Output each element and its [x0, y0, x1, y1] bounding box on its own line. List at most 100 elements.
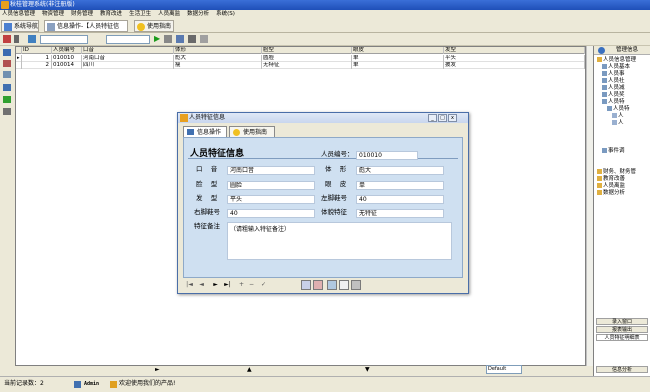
eyelid-field[interactable]: 单 — [356, 181, 444, 190]
tab-user-guide[interactable]: 使用指南 — [134, 20, 174, 32]
delete-record-icon[interactable]: − — [247, 280, 256, 289]
cell-id: 2 — [22, 62, 52, 69]
tree-node[interactable]: 人员事 — [602, 71, 625, 78]
minimize-icon[interactable]: _ — [428, 114, 437, 122]
tree-node[interactable]: 人员离监 — [597, 183, 625, 190]
accent-field[interactable]: 河南口音 — [227, 166, 315, 175]
filter-value-select[interactable] — [106, 35, 150, 44]
scroll-down-icon[interactable]: ▼ — [365, 366, 370, 373]
table-row[interactable]: ▸ 1 010010 河南口音 彪大 圆脸 单 平头 — [16, 55, 585, 62]
maximize-icon[interactable]: □ — [438, 114, 447, 122]
tree-node[interactable]: 人员奖 — [602, 92, 625, 99]
cell-body: 瘦 — [174, 62, 262, 69]
tab-info-operation[interactable]: 信息操作-【人员特征信息】 — [44, 20, 128, 42]
column-header[interactable]: 体形 — [174, 47, 262, 54]
export-icon[interactable] — [3, 96, 11, 103]
dialog-tabs: 信息操作 使用指南 — [183, 126, 463, 137]
tool-icon[interactable] — [351, 280, 361, 290]
play-icon[interactable]: ▶ — [154, 35, 162, 43]
cell-accent: 河南口音 — [82, 55, 174, 62]
tab-system-nav[interactable]: 系统导航 — [1, 20, 39, 32]
menu-item[interactable]: 人员信息管理 — [2, 10, 35, 19]
remark-textarea[interactable]: （请粗输入特征备注） — [227, 222, 452, 260]
menu-item[interactable]: 数据分析 — [187, 10, 209, 19]
search-icon[interactable] — [164, 35, 172, 43]
face-field[interactable]: 圆脸 — [227, 181, 315, 190]
add-record-icon[interactable]: + — [237, 280, 246, 289]
leftshoe-field[interactable]: 40 — [356, 195, 444, 204]
table-row[interactable]: 2 010014 四川 瘦 无特征 单 披发 — [16, 62, 585, 69]
theme-select[interactable]: Default — [486, 365, 522, 374]
tree-node[interactable]: 人 — [612, 120, 624, 127]
report-output-button[interactable]: 报表输出 — [596, 326, 648, 333]
scroll-right-icon[interactable]: ► — [155, 366, 160, 373]
user-icon — [74, 381, 81, 388]
tree-node[interactable]: 人员基本 — [602, 64, 630, 71]
menu-item[interactable]: 人员离监 — [158, 10, 180, 19]
dropdown-arrow-icon[interactable] — [14, 35, 19, 43]
menu-item[interactable]: 财务管理 — [71, 10, 93, 19]
print-icon[interactable] — [188, 35, 196, 43]
main-tab-bar: 系统导航 信息操作-【人员特征信息】 使用指南 — [0, 19, 650, 42]
rightshoe-field[interactable]: 40 — [227, 209, 315, 218]
tree-node[interactable]: 事件调 — [602, 148, 625, 155]
tab-info-operation[interactable]: 信息操作 — [183, 126, 227, 137]
post-record-icon[interactable]: ✓ — [259, 280, 268, 289]
filter-field-select[interactable] — [40, 35, 88, 44]
tree-node[interactable]: 数据分析 — [597, 190, 625, 197]
tools-icon[interactable] — [200, 35, 208, 43]
tree-node[interactable]: 教育改善 — [597, 176, 625, 183]
edit-icon[interactable] — [3, 35, 11, 43]
num-field[interactable]: 010010 — [356, 151, 418, 160]
first-record-icon[interactable]: |◄ — [185, 280, 194, 289]
detail-icon[interactable] — [3, 71, 11, 78]
cell-eyelid: 单 — [352, 62, 444, 69]
feature-detail-report-button[interactable]: 人员特征明细表 — [596, 334, 648, 341]
column-header[interactable]: 人员编号 — [52, 47, 82, 54]
tree-node[interactable]: 人员特 — [602, 99, 625, 106]
tree-node[interactable]: 人员信息管理 — [597, 57, 636, 64]
record-navigator: |◄ ◄ ► ►| + − ✓ — [183, 279, 463, 291]
record-icon[interactable] — [3, 84, 11, 91]
physical-field[interactable]: 无特征 — [356, 209, 444, 218]
menu-item[interactable]: 教育改进 — [100, 10, 122, 19]
next-record-icon[interactable]: ► — [211, 280, 220, 289]
tree-node[interactable]: 人 — [612, 113, 624, 120]
menu-item[interactable]: 系统(S) — [216, 10, 235, 19]
scroll-up-icon[interactable]: ▲ — [247, 366, 252, 373]
tree-node[interactable]: 人员社 — [602, 78, 625, 85]
print-icon[interactable] — [313, 280, 323, 290]
face-label: 脸 型 — [196, 180, 218, 188]
entry-window-button[interactable]: 录入窗口 — [596, 318, 648, 325]
menu-item[interactable]: 生活卫生 — [129, 10, 151, 19]
document-icon[interactable] — [339, 280, 349, 290]
window-title: 秋桂管理系统(非注册版) — [10, 1, 75, 8]
binoculars-icon[interactable] — [176, 35, 184, 43]
column-header[interactable]: 眼皮 — [352, 47, 444, 54]
list-icon[interactable] — [3, 49, 11, 56]
cell-accent: 四川 — [82, 62, 174, 69]
tab-user-guide[interactable]: 使用指南 — [229, 126, 275, 137]
menu-item[interactable]: 物资管理 — [42, 10, 64, 19]
tree-node[interactable]: 人员减 — [602, 85, 625, 92]
last-record-icon[interactable]: ►| — [223, 280, 232, 289]
record-count: 当前记录数：2 — [4, 380, 44, 387]
column-header[interactable]: 发型 — [444, 47, 585, 54]
hair-field[interactable]: 平头 — [227, 195, 315, 204]
save-icon[interactable] — [301, 280, 311, 290]
column-header[interactable]: 脸型 — [262, 47, 352, 54]
window-titlebar: 秋桂管理系统(非注册版) — [0, 0, 650, 10]
search-icon[interactable] — [327, 280, 337, 290]
close-icon[interactable]: x — [448, 114, 457, 122]
tree-node[interactable]: 财务、财务管 — [597, 169, 636, 176]
tree-node[interactable]: 人员特 — [607, 106, 630, 113]
info-analysis-button[interactable]: 信息分析 — [596, 366, 648, 373]
body-field[interactable]: 彪大 — [356, 166, 444, 175]
refresh-icon[interactable] — [28, 35, 36, 43]
column-header[interactable]: ID — [22, 47, 52, 54]
prev-record-icon[interactable]: ◄ — [197, 280, 206, 289]
edit-icon[interactable] — [3, 60, 11, 67]
print-icon[interactable] — [3, 108, 11, 115]
column-header[interactable]: 口音 — [82, 47, 174, 54]
nav-icon — [4, 23, 12, 31]
